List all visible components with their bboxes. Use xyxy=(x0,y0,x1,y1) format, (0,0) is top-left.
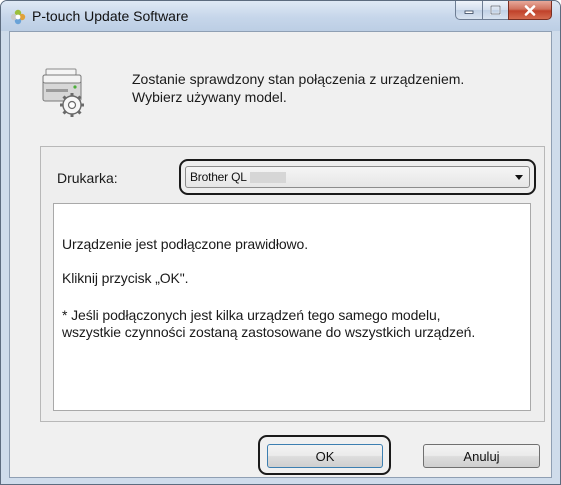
cancel-button[interactable]: Anuluj xyxy=(423,444,540,468)
header-line-1: Zostanie sprawdzony stan połączenia z ur… xyxy=(132,71,465,87)
minimize-button[interactable] xyxy=(455,1,482,20)
window-title: P-touch Update Software xyxy=(32,8,189,24)
chevron-down-icon xyxy=(515,175,523,180)
minimize-icon xyxy=(464,10,474,14)
maximize-icon xyxy=(490,5,501,15)
printer-select-value: Brother QL xyxy=(190,170,247,184)
printer-label: Drukarka: xyxy=(57,170,118,186)
title-bar[interactable]: P-touch Update Software xyxy=(1,1,560,31)
ptouch-flower-icon xyxy=(10,9,26,25)
maximize-button[interactable] xyxy=(482,1,508,20)
model-name-redaction xyxy=(250,172,286,183)
message-line-2: Kliknij przycisk „OK". xyxy=(62,270,189,286)
printer-select[interactable]: Brother QL xyxy=(185,166,530,188)
printer-gear-icon xyxy=(42,68,84,117)
header-text: Zostanie sprawdzony stan połączenia z ur… xyxy=(132,70,464,106)
close-icon xyxy=(524,4,536,16)
close-button[interactable] xyxy=(508,1,552,20)
ok-button[interactable]: OK xyxy=(267,444,383,468)
message-line-3: * Jeśli podłączonych jest kilka urządzeń… xyxy=(62,307,476,340)
message-line-1: Urządzenie jest podłączone prawidłowo. xyxy=(62,236,309,252)
caption-buttons xyxy=(455,1,552,21)
header-line-2: Wybierz używany model. xyxy=(132,89,287,105)
